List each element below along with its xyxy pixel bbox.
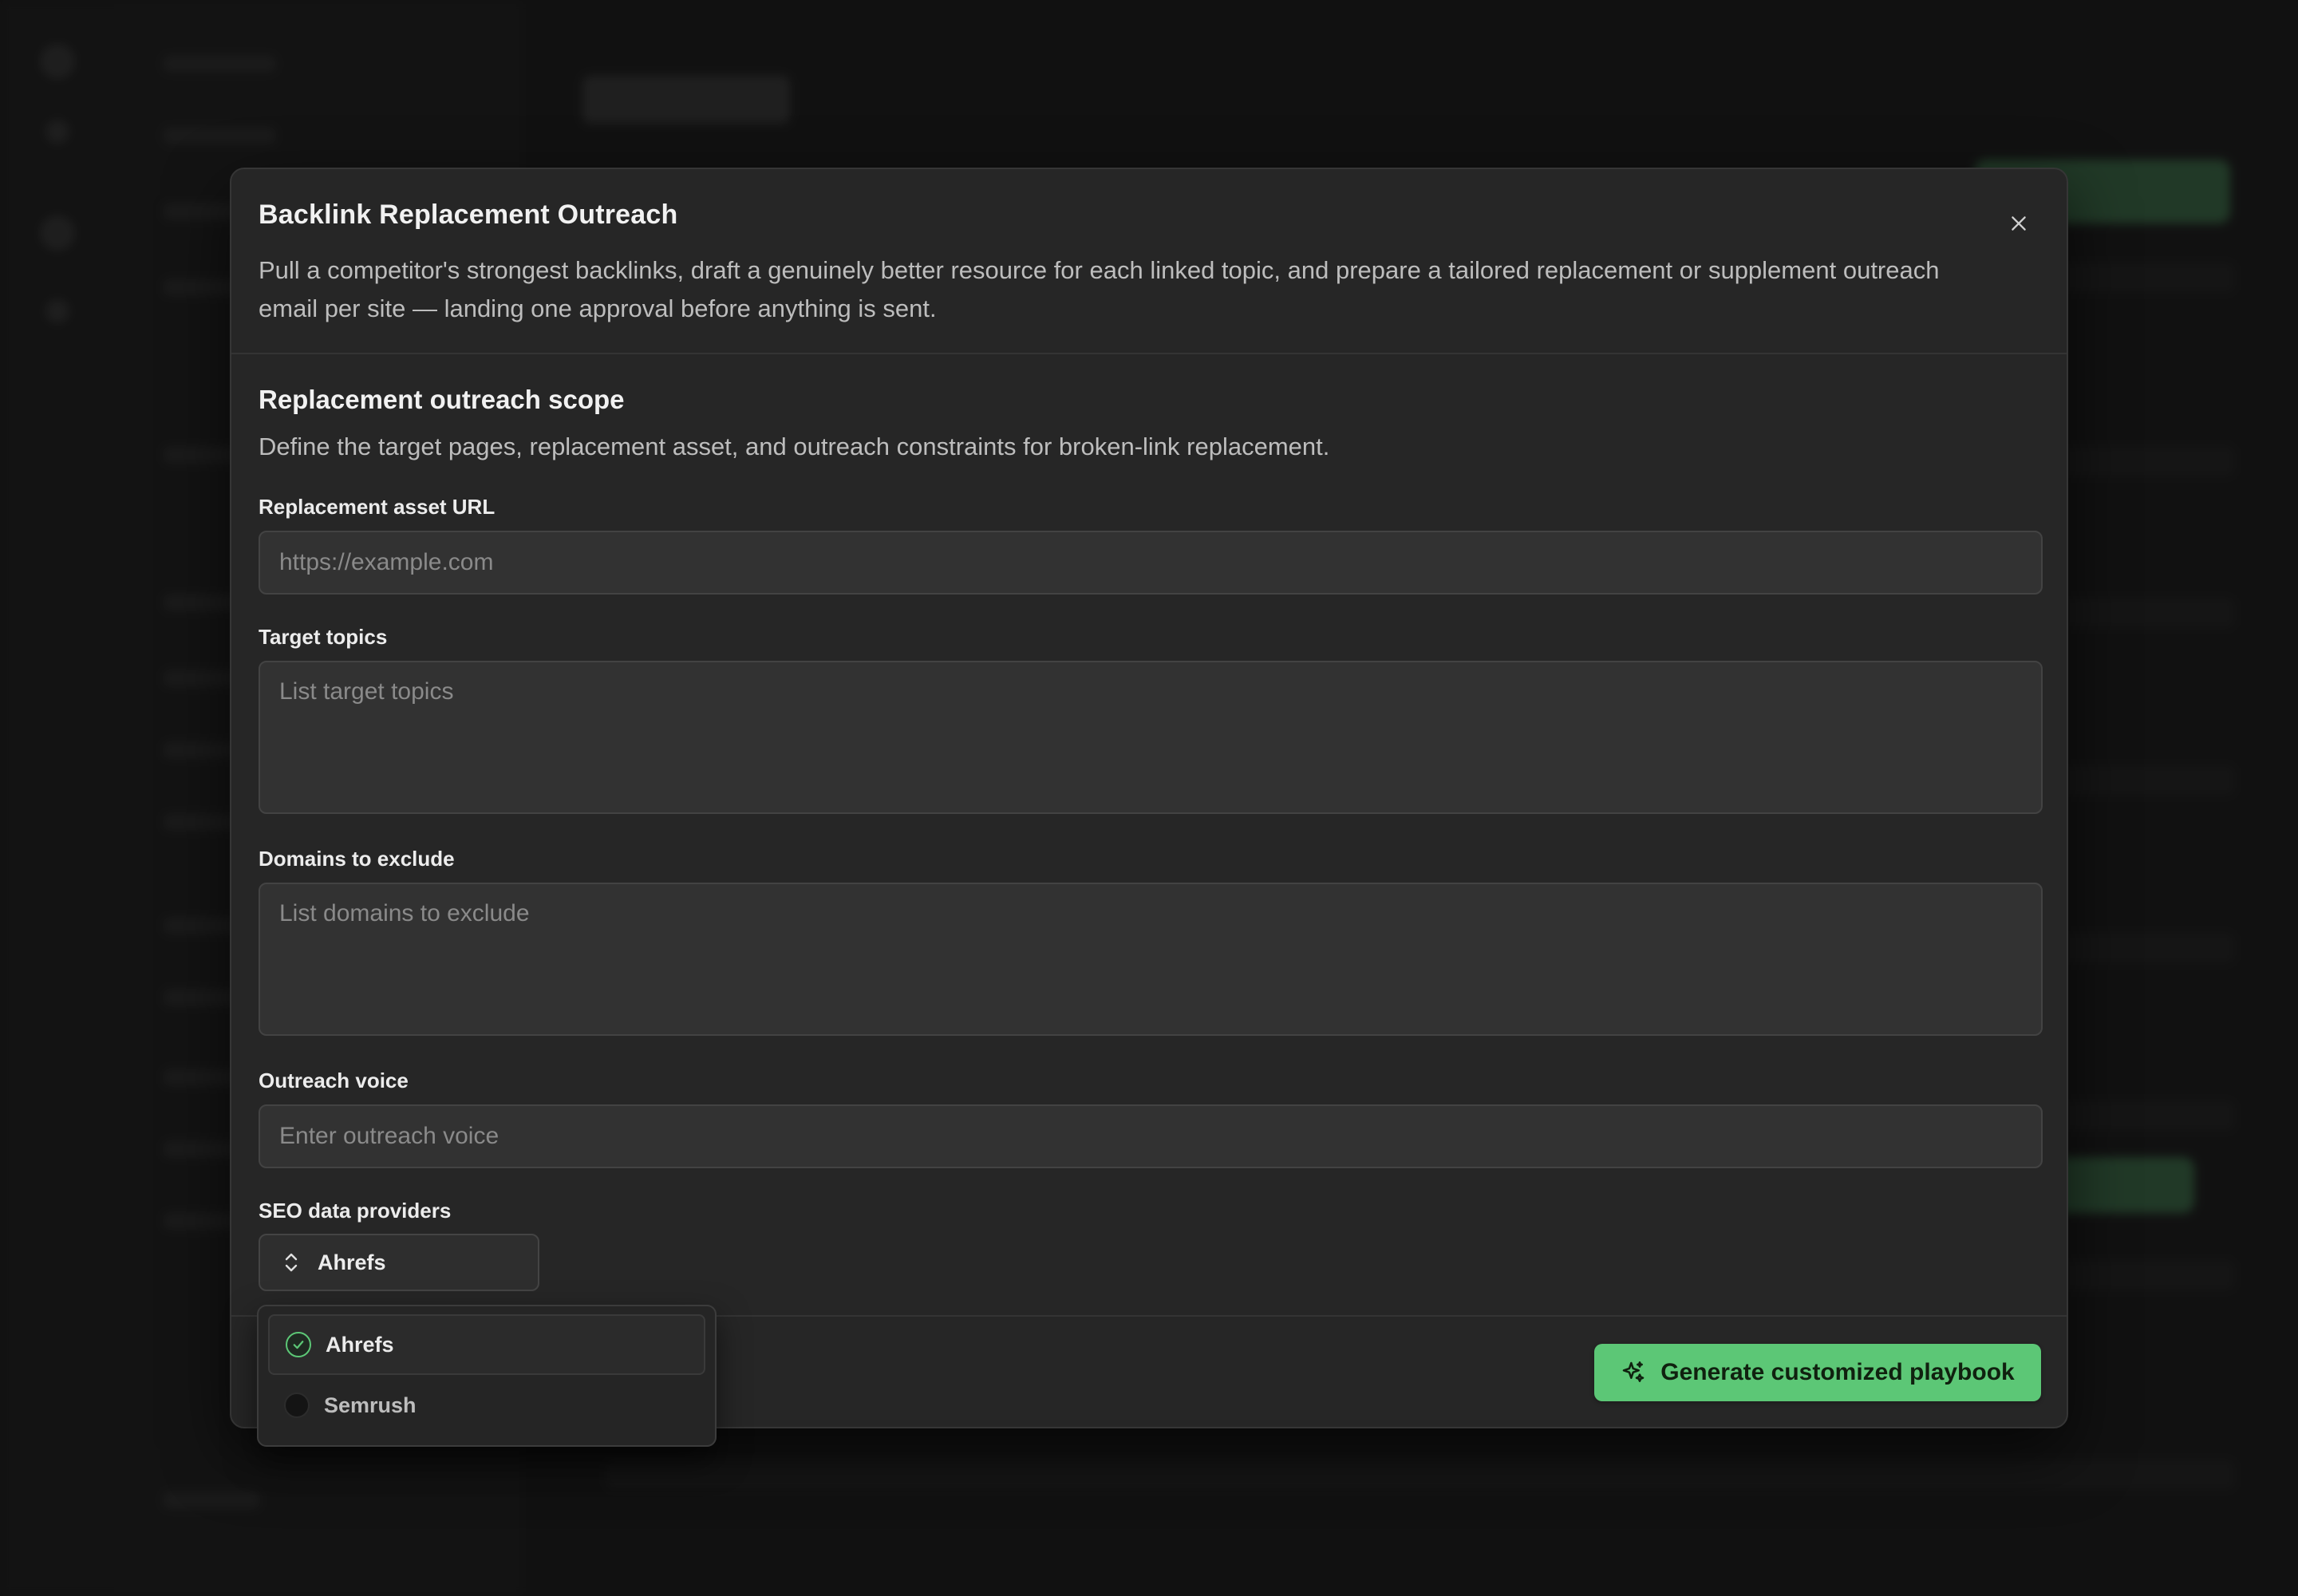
generate-playbook-label: Generate customized playbook [1660, 1359, 2015, 1385]
exclude-domains-input[interactable] [259, 883, 2043, 1036]
sparkles-icon [1621, 1360, 1646, 1385]
target-topics-input[interactable] [259, 661, 2043, 814]
generate-playbook-button[interactable]: Generate customized playbook [1594, 1344, 2041, 1401]
dialog-body: Replacement outreach scope Define the ta… [231, 354, 2067, 1223]
close-button[interactable] [2001, 206, 2036, 241]
close-icon [2008, 213, 2029, 234]
background-rail [0, 0, 120, 1596]
section-description: Define the target pages, replacement ass… [259, 433, 1330, 460]
providers-dropdown: Ahrefs Semrush [257, 1305, 717, 1447]
exclude-domains-label: Domains to exclude [259, 847, 455, 871]
checked-icon [286, 1332, 311, 1357]
providers-select[interactable]: Ahrefs [259, 1234, 539, 1291]
provider-option-label: Ahrefs [326, 1332, 394, 1357]
provider-option-label: Semrush [324, 1393, 417, 1417]
outreach-voice-input[interactable] [259, 1104, 2043, 1168]
unchecked-icon [284, 1393, 310, 1418]
section-title: Replacement outreach scope [259, 385, 625, 414]
asset-url-input[interactable] [259, 531, 2043, 595]
dialog-header: Backlink Replacement Outreach Pull a com… [231, 169, 2067, 354]
dialog-title: Backlink Replacement Outreach [259, 200, 678, 230]
provider-option-ahrefs[interactable]: Ahrefs [268, 1314, 705, 1375]
providers-selected-value: Ahrefs [318, 1250, 386, 1274]
providers-label: SEO data providers [259, 1199, 452, 1223]
provider-option-semrush[interactable]: Semrush [268, 1375, 705, 1436]
target-topics-label: Target topics [259, 625, 388, 649]
asset-url-label: Replacement asset URL [259, 495, 496, 519]
chevron-up-down-icon [282, 1251, 300, 1274]
dialog-description: Pull a competitor's strongest backlinks,… [259, 256, 1940, 322]
outreach-voice-label: Outreach voice [259, 1069, 409, 1092]
playbook-dialog: Backlink Replacement Outreach Pull a com… [230, 168, 2068, 1428]
